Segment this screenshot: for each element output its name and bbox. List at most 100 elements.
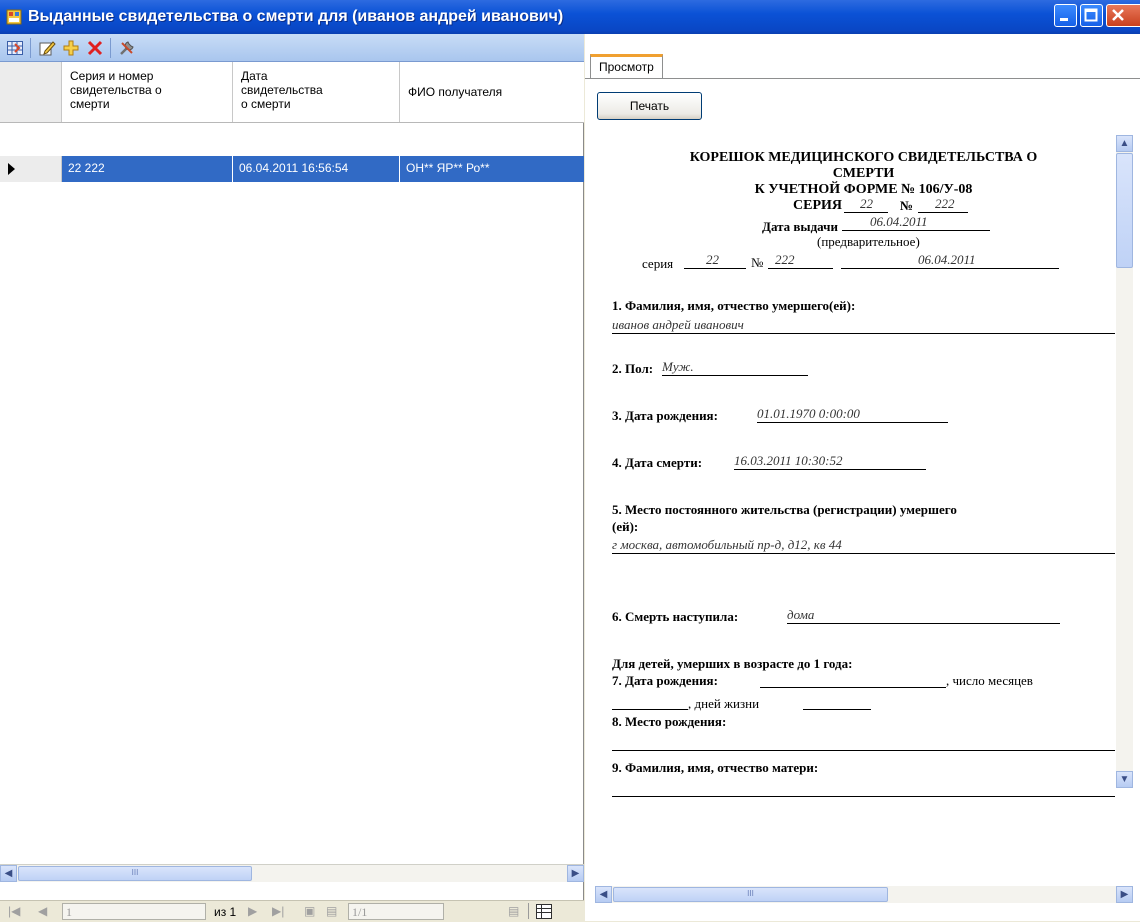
field-birth-date-value: 01.01.1970 0:00:00 bbox=[757, 406, 860, 421]
field-death-place-label: 6. Смерть наступила: bbox=[612, 609, 739, 624]
field-birth-date-label: 3. Дата рождения: bbox=[612, 408, 718, 423]
edit-icon[interactable] bbox=[38, 39, 56, 57]
page-field[interactable]: 1/1 bbox=[348, 903, 444, 920]
cell-series[interactable]: 22 222 bbox=[62, 156, 233, 182]
number-value-2: 222 bbox=[775, 252, 795, 267]
page-next-icon[interactable]: ▤ bbox=[508, 904, 519, 918]
column-header-series[interactable]: Серия и номер свидетельства о смерти bbox=[62, 62, 233, 122]
underline bbox=[684, 268, 746, 269]
page-prev-icon[interactable]: ▣ bbox=[304, 904, 315, 918]
header-line: о смерти bbox=[241, 97, 291, 111]
maximize-button[interactable] bbox=[1080, 4, 1103, 27]
page-first-icon[interactable]: ▤ bbox=[326, 904, 337, 918]
previous-record-icon[interactable]: ◀ bbox=[38, 904, 47, 918]
add-icon[interactable] bbox=[62, 39, 80, 57]
children-section-label: Для детей, умерших в возрасте до 1 года: bbox=[612, 656, 853, 671]
table-row[interactable]: 22 222 06.04.2011 16:56:54 ОН** ЯР** Ро*… bbox=[0, 156, 584, 182]
field-residence-label: 5. Место постоянного жительства (регистр… bbox=[612, 502, 957, 517]
scroll-right-icon[interactable]: ▶ bbox=[567, 865, 584, 882]
table-view-icon[interactable] bbox=[536, 904, 552, 919]
certificates-panel: Серия и номер свидетельства о смерти Дат… bbox=[0, 34, 584, 922]
doc-heading: СМЕРТИ bbox=[832, 166, 895, 181]
header-line: смерти bbox=[70, 97, 110, 111]
field-death-date-value: 16.03.2011 10:30:52 bbox=[734, 453, 843, 468]
minimize-button[interactable] bbox=[1054, 4, 1077, 27]
underline bbox=[844, 212, 888, 213]
field-sex-value: Муж. bbox=[662, 359, 694, 374]
header-line: Серия и номер bbox=[70, 69, 154, 83]
field-death-place-value: дома bbox=[787, 607, 815, 622]
next-record-icon[interactable]: ▶ bbox=[248, 904, 257, 918]
issue-date-label: Дата выдачи bbox=[762, 219, 838, 234]
nav-separator bbox=[528, 903, 529, 919]
print-button[interactable]: Печать bbox=[597, 92, 702, 120]
field-death-date-label: 4. Дата смерти: bbox=[612, 455, 703, 470]
underline bbox=[841, 268, 1059, 269]
date-value-2: 06.04.2011 bbox=[918, 252, 976, 267]
field-residence-label-cont: (ей): bbox=[612, 519, 639, 534]
first-record-icon[interactable]: |◀ bbox=[8, 904, 20, 918]
field-birth-place-label: 8. Место рождения: bbox=[612, 714, 727, 729]
minimize-icon bbox=[1060, 18, 1068, 21]
column-header-date[interactable]: Дата свидетельства о смерти bbox=[233, 62, 400, 122]
underline bbox=[787, 623, 1060, 624]
tab-preview[interactable]: Просмотр bbox=[590, 54, 663, 78]
toolbar-separator bbox=[30, 38, 31, 58]
number-label: № bbox=[900, 198, 914, 213]
underline bbox=[612, 796, 1115, 797]
scroll-thumb-grip: III bbox=[131, 868, 139, 877]
grid-header: Серия и номер свидетельства о смерти Дат… bbox=[0, 62, 584, 123]
header-line: свидетельства bbox=[241, 83, 323, 97]
header-label: ФИО получателя bbox=[408, 85, 503, 99]
grid-toolbar bbox=[0, 34, 584, 62]
preview-horizontal-scrollbar[interactable]: ◀ III ▶ bbox=[595, 886, 1133, 903]
series-value: 22 bbox=[860, 196, 873, 211]
window-title: Выданные свидетельства о смерти для (ива… bbox=[28, 8, 564, 25]
scroll-right-icon[interactable]: ▶ bbox=[1116, 886, 1133, 903]
doc-heading: КОРЕШОК МЕДИЦИНСКОГО СВИДЕТЕЛЬСТВА О bbox=[689, 150, 1038, 165]
column-header-recipient[interactable]: ФИО получателя bbox=[400, 62, 584, 122]
record-position-field[interactable]: 1 bbox=[62, 903, 206, 920]
underline bbox=[842, 230, 990, 231]
record-count-label: из 1 bbox=[214, 905, 237, 919]
scroll-thumb[interactable]: III bbox=[613, 887, 888, 902]
toolbar-separator bbox=[110, 38, 111, 58]
close-icon bbox=[1112, 9, 1124, 21]
delete-icon[interactable] bbox=[86, 39, 104, 57]
window-title-bar[interactable]: Выданные свидетельства о смерти для (ива… bbox=[0, 0, 1140, 34]
row-pointer-icon[interactable] bbox=[0, 156, 62, 182]
scroll-down-icon[interactable]: ▼ bbox=[1116, 771, 1133, 788]
underline bbox=[734, 469, 926, 470]
series-value-2: 22 bbox=[706, 252, 719, 267]
underline bbox=[612, 333, 1115, 334]
underline bbox=[918, 212, 968, 213]
scroll-thumb-grip: III bbox=[747, 889, 754, 898]
underline bbox=[612, 553, 1115, 554]
scroll-left-icon[interactable]: ◀ bbox=[0, 865, 17, 882]
last-record-icon[interactable]: ▶| bbox=[272, 904, 284, 918]
cell-date[interactable]: 06.04.2011 16:56:54 bbox=[233, 156, 400, 182]
scroll-thumb[interactable] bbox=[1116, 153, 1133, 268]
field-mother-fio-label: 9. Фамилия, имя, отчество матери: bbox=[612, 760, 819, 775]
maximize-icon bbox=[1084, 8, 1098, 22]
scroll-thumb[interactable]: III bbox=[18, 866, 252, 881]
preview-vertical-scrollbar[interactable]: ▲ ▼ bbox=[1116, 135, 1133, 788]
grid-horizontal-scrollbar[interactable]: ◀ III ▶ bbox=[0, 864, 584, 882]
header-line: Дата bbox=[241, 69, 268, 83]
underline bbox=[768, 268, 833, 269]
field-sex-label: 2. Пол: bbox=[612, 361, 654, 376]
header-line: свидетельства о bbox=[70, 83, 162, 97]
field-residence-value: г москва, автомобильный пр-д, д12, кв 44 bbox=[612, 537, 842, 552]
row-selector-header bbox=[0, 62, 62, 122]
refresh-grid-icon[interactable] bbox=[6, 39, 24, 57]
close-button[interactable] bbox=[1106, 4, 1140, 27]
scroll-up-icon[interactable]: ▲ bbox=[1116, 135, 1133, 152]
scroll-left-icon[interactable]: ◀ bbox=[595, 886, 612, 903]
field-fio-label: 1. Фамилия, имя, отчество умершего(ей): bbox=[612, 298, 856, 313]
tab-strip-border bbox=[585, 78, 1140, 79]
underline bbox=[612, 709, 688, 710]
field-fio-value: иванов андрей иванович bbox=[612, 317, 744, 332]
tools-icon[interactable] bbox=[118, 39, 136, 57]
cell-recipient[interactable]: ОН** ЯР** Ро** bbox=[400, 156, 584, 182]
series-label: СЕРИЯ bbox=[793, 198, 842, 213]
